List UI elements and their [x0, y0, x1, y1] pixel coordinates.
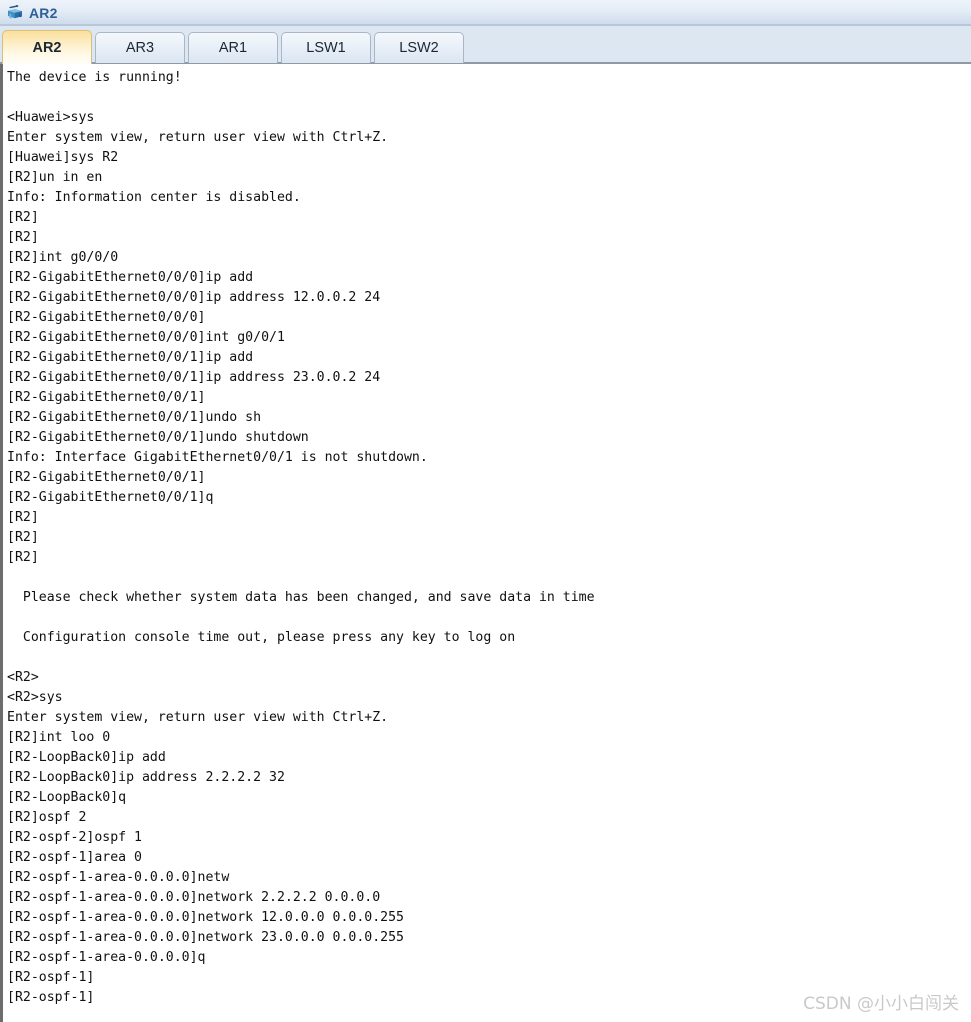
console-line: [R2-ospf-1]area 0 — [7, 850, 142, 865]
console-line: <R2>sys — [7, 690, 63, 705]
console-line: [R2-ospf-1-area-0.0.0.0]network 23.0.0.0… — [7, 930, 404, 945]
console-pane[interactable]: The device is running! <Huawei>sys Enter … — [0, 64, 971, 1022]
console-line: Configuration console time out, please p… — [7, 630, 516, 645]
console-output[interactable]: The device is running! <Huawei>sys Enter … — [3, 64, 971, 1008]
console-line: [R2-GigabitEthernet0/0/1] — [7, 470, 206, 485]
console-line: [R2-GigabitEthernet0/0/1]undo sh — [7, 410, 262, 425]
tab-lsw1[interactable]: LSW1 — [281, 32, 371, 63]
console-line: [R2-ospf-1-area-0.0.0.0]network 2.2.2.2 … — [7, 890, 381, 905]
console-line: [R2]int g0/0/0 — [7, 250, 119, 265]
console-line: Info: Interface GigabitEthernet0/0/1 is … — [7, 450, 428, 465]
title-bar: AR2 — [0, 0, 971, 26]
console-line: <Huawei>sys — [7, 110, 95, 125]
console-line: [Huawei]sys R2 — [7, 150, 119, 165]
console-line: [R2-ospf-2]ospf 1 — [7, 830, 142, 845]
console-line: [R2-GigabitEthernet0/0/0]ip add — [7, 270, 254, 285]
tab-label: LSW1 — [306, 40, 346, 56]
console-line: [R2] — [7, 510, 39, 525]
console-line: [R2-GigabitEthernet0/0/1]q — [7, 490, 214, 505]
window-title: AR2 — [29, 4, 58, 21]
console-line: Please check whether system data has bee… — [7, 590, 595, 605]
console-line: [R2-LoopBack0]ip add — [7, 750, 166, 765]
console-line: [R2-ospf-1-area-0.0.0.0]network 12.0.0.0… — [7, 910, 404, 925]
console-line: [R2-GigabitEthernet0/0/0]int g0/0/1 — [7, 330, 285, 345]
tab-ar2[interactable]: AR2 — [2, 30, 92, 64]
tab-label: AR2 — [32, 39, 62, 56]
tab-label: AR1 — [218, 40, 248, 56]
console-line: [R2-LoopBack0]ip address 2.2.2.2 32 — [7, 770, 285, 785]
tab-label: LSW2 — [399, 40, 439, 56]
console-line: [R2-ospf-1] — [7, 990, 95, 1005]
console-line: [R2]un in en — [7, 170, 103, 185]
tab-lsw2[interactable]: LSW2 — [374, 32, 464, 63]
console-window: AR2 AR2 AR3 AR1 LSW1 LSW2 The device is … — [0, 0, 971, 1022]
console-line: [R2-GigabitEthernet0/0/1] — [7, 390, 206, 405]
console-line: [R2-GigabitEthernet0/0/0] — [7, 310, 206, 325]
console-line: [R2-GigabitEthernet0/0/1]ip address 23.0… — [7, 370, 381, 385]
console-line: [R2-ospf-1-area-0.0.0.0]netw — [7, 870, 230, 885]
console-line: [R2-LoopBack0]q — [7, 790, 127, 805]
tab-ar3[interactable]: AR3 — [95, 32, 185, 63]
console-line: [R2] — [7, 210, 39, 225]
console-line: [R2-ospf-1-area-0.0.0.0]q — [7, 950, 206, 965]
console-line: <R2> — [7, 670, 39, 685]
device-tab-strip[interactable]: AR2 AR3 AR1 LSW1 LSW2 — [0, 26, 971, 64]
console-line: Enter system view, return user view with… — [7, 710, 389, 725]
console-line: [R2] — [7, 550, 39, 565]
console-line: [R2] — [7, 530, 39, 545]
tab-ar1[interactable]: AR1 — [188, 32, 278, 63]
router-icon — [8, 4, 22, 19]
console-line: [R2]ospf 2 — [7, 810, 87, 825]
console-line: [R2-ospf-1] — [7, 970, 95, 985]
console-line: The device is running! — [7, 70, 182, 85]
console-line: [R2-GigabitEthernet0/0/1]undo shutdown — [7, 430, 309, 445]
console-line: Enter system view, return user view with… — [7, 130, 389, 145]
console-line: [R2]int loo 0 — [7, 730, 111, 745]
tab-label: AR3 — [125, 40, 155, 56]
console-line: [R2-GigabitEthernet0/0/0]ip address 12.0… — [7, 290, 381, 305]
console-line: [R2] — [7, 230, 39, 245]
tab-strip-filler — [467, 31, 971, 62]
console-line: Info: Information center is disabled. — [7, 190, 301, 205]
console-line: [R2-GigabitEthernet0/0/1]ip add — [7, 350, 254, 365]
